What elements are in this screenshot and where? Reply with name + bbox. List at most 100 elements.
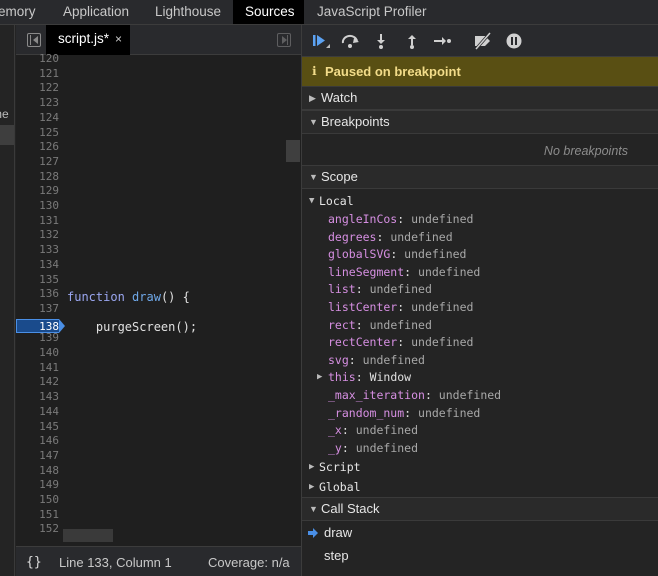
line-number[interactable]: 132 — [16, 228, 59, 242]
variable-name: globalSVG — [328, 247, 391, 262]
pretty-print-button[interactable]: {} — [26, 555, 42, 570]
watch-section-header[interactable]: ▶ Watch — [302, 86, 658, 110]
step-out-icon[interactable] — [401, 31, 423, 51]
line-number[interactable]: 123 — [16, 96, 59, 110]
line-number[interactable]: 124 — [16, 111, 59, 125]
scope-variable[interactable]: degrees: undefined — [328, 228, 453, 246]
variable-value: undefined — [390, 229, 453, 244]
code-line-136[interactable]: function draw() { — [67, 289, 190, 305]
close-tab-icon[interactable]: × — [115, 25, 122, 53]
line-number[interactable]: 140 — [16, 346, 59, 360]
variable-value: undefined — [411, 212, 474, 226]
line-number[interactable]: 135 — [16, 273, 59, 287]
scope-script[interactable]: ▶ Script — [302, 458, 658, 476]
line-number[interactable]: 141 — [16, 361, 59, 375]
tab-application[interactable]: Application — [63, 0, 129, 24]
scope-variable[interactable]: listCenter: undefined — [328, 298, 473, 316]
scope-section-header[interactable]: ▼ Scope — [302, 165, 658, 189]
line-number[interactable]: 137 — [16, 302, 59, 316]
code-rest: () { — [160, 290, 190, 304]
variable-value: undefined — [418, 264, 481, 279]
horizontal-scrollbar-thumb[interactable] — [63, 529, 113, 542]
scope-local[interactable]: ▼ Local — [302, 192, 658, 210]
step-over-icon[interactable] — [340, 31, 362, 51]
expand-arrow-icon[interactable]: ▶ — [317, 368, 322, 386]
line-number[interactable]: 122 — [16, 81, 59, 95]
line-number[interactable]: 129 — [16, 184, 59, 198]
line-number[interactable]: 128 — [16, 170, 59, 184]
cursor-position: Line 133, Column 1 — [59, 555, 172, 570]
scope-variable[interactable]: rectCenter: undefined — [328, 333, 473, 351]
scope-variable[interactable]: _y: undefined — [328, 439, 418, 457]
scope-variable[interactable]: lineSegment: undefined — [328, 263, 480, 281]
keyword: function — [67, 290, 125, 304]
expand-arrow-icon: ▶ — [309, 462, 315, 472]
tab-sources[interactable]: Sources — [233, 0, 304, 24]
line-number[interactable]: 120 — [16, 52, 59, 66]
code-editor: script.js* × 120 121 122 123 124 125 126 127 128… — [16, 25, 301, 576]
scope-global[interactable]: ▶ Global — [302, 478, 658, 496]
line-number[interactable]: 152 — [16, 522, 59, 536]
collapse-arrow-icon: ▼ — [309, 172, 318, 182]
deactivate-breakpoints-icon[interactable] — [472, 31, 494, 51]
tab-javascript-profiler[interactable]: JavaScript Profiler — [317, 0, 427, 24]
call-stack-section-header[interactable]: ▼ Call Stack — [302, 497, 658, 521]
toggle-navigator-icon[interactable] — [27, 33, 41, 47]
line-number[interactable]: 146 — [16, 434, 59, 448]
line-number-gutter[interactable]: 120 121 122 123 124 125 126 127 128 129 130 131 132 1… — [16, 52, 63, 540]
step-icon[interactable] — [431, 31, 453, 51]
scope-label: Scope — [321, 169, 358, 184]
tab-memory[interactable]: emory — [0, 0, 36, 24]
pause-on-exceptions-icon[interactable] — [503, 31, 525, 51]
scope-variable[interactable]: list: undefined — [328, 280, 432, 298]
call-frame-step[interactable]: step — [302, 545, 658, 567]
scope-variable[interactable]: globalSVG: undefined — [328, 245, 466, 263]
scope-variable[interactable]: _max_iteration: undefined — [328, 386, 501, 404]
line-number[interactable]: 147 — [16, 449, 59, 463]
scope-variable[interactable]: _x: undefined — [328, 421, 418, 439]
line-number[interactable]: 136 — [16, 287, 59, 301]
call-frame-draw[interactable]: draw — [302, 522, 658, 544]
vertical-scrollbar-thumb[interactable] — [286, 140, 300, 162]
file-tab-script[interactable]: script.js* × — [46, 25, 130, 55]
breakpoint-line-number: 138 — [39, 320, 59, 333]
line-number[interactable]: 125 — [16, 126, 59, 140]
scope-variable[interactable]: svg: undefined — [328, 351, 425, 369]
line-number[interactable]: 133 — [16, 243, 59, 257]
variable-value: undefined — [438, 388, 502, 402]
step-into-icon[interactable] — [370, 31, 392, 51]
collapse-arrow-icon: ▼ — [309, 504, 318, 514]
line-number[interactable]: 142 — [16, 375, 59, 389]
line-number[interactable]: 130 — [16, 199, 59, 213]
line-number[interactable]: 134 — [16, 258, 59, 272]
scope-variable[interactable]: ▶ this: Window — [317, 368, 411, 386]
resume-icon[interactable] — [310, 31, 332, 51]
variable-name: svg — [328, 352, 349, 367]
line-number[interactable]: 131 — [16, 214, 59, 228]
paused-banner: ℹ Paused on breakpoint — [302, 57, 658, 86]
code-line-138[interactable]: purgeScreen(); — [67, 319, 197, 335]
watch-label: Watch — [321, 90, 358, 105]
variable-name: rectCenter — [328, 335, 398, 350]
variable-name: rect — [328, 317, 356, 332]
tab-lighthouse[interactable]: Lighthouse — [155, 0, 221, 24]
variable-name: _random_num — [328, 405, 405, 420]
navigator-selected-row[interactable] — [0, 125, 14, 145]
current-frame-arrow-icon — [308, 528, 318, 538]
breakpoints-section-header[interactable]: ▼ Breakpoints — [302, 110, 658, 134]
line-number[interactable]: 151 — [16, 508, 59, 522]
line-number[interactable]: 121 — [16, 67, 59, 81]
line-number[interactable]: 143 — [16, 390, 59, 404]
line-number[interactable]: 149 — [16, 478, 59, 492]
line-number[interactable]: 126 — [16, 140, 59, 154]
line-number[interactable]: 144 — [16, 405, 59, 419]
line-number[interactable]: 127 — [16, 155, 59, 169]
scope-variable[interactable]: angleInCos: undefined — [328, 210, 473, 228]
line-number[interactable]: 148 — [16, 464, 59, 478]
toggle-debugger-icon[interactable] — [277, 33, 291, 47]
line-number[interactable]: 150 — [16, 493, 59, 507]
scope-variable[interactable]: _random_num: undefined — [328, 404, 480, 422]
scope-variable[interactable]: rect: undefined — [328, 316, 432, 334]
variable-value: undefined — [411, 335, 474, 350]
line-number[interactable]: 145 — [16, 420, 59, 434]
